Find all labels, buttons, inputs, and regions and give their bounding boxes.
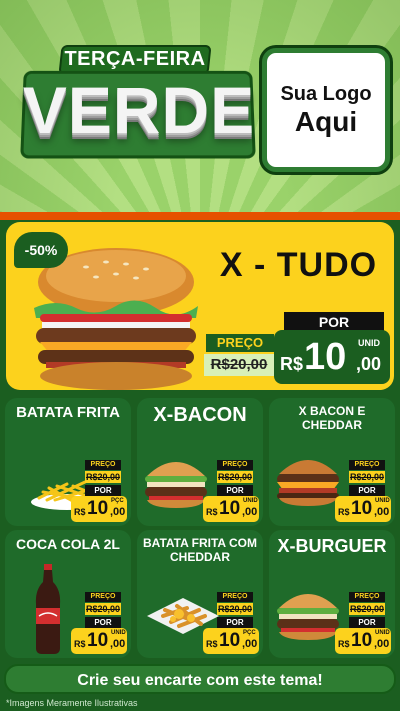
product-name: X-BACON bbox=[153, 404, 247, 426]
currency-symbol: R$ bbox=[280, 354, 304, 374]
price-unit: UNID bbox=[111, 630, 126, 636]
product-price: R$ 10,00 UNID bbox=[203, 496, 259, 522]
price-integer: 10 bbox=[87, 630, 109, 651]
old-price: R$20,00 bbox=[204, 354, 274, 376]
cheddar-burger-icon bbox=[273, 450, 343, 511]
product-name: X BACON E CHEDDAR bbox=[298, 404, 366, 432]
soda-bottle-icon bbox=[33, 564, 63, 658]
preco-label: PREÇO bbox=[217, 592, 253, 602]
currency-symbol: R$ bbox=[338, 507, 350, 517]
burger-icon bbox=[141, 452, 211, 513]
por-label: POR bbox=[284, 312, 384, 332]
price-integer: 10 bbox=[351, 630, 373, 651]
por-label: POR bbox=[85, 617, 121, 628]
price-unit: UNID bbox=[243, 498, 258, 504]
product-name: COCA COLA 2L bbox=[16, 536, 120, 552]
price-cents: ,00 bbox=[374, 638, 390, 650]
product-price: R$ 10,00 UNID bbox=[335, 628, 391, 654]
divider-band bbox=[0, 212, 400, 220]
currency-symbol: R$ bbox=[338, 639, 350, 649]
product-card: X BACON E CHEDDAR PREÇO R$20,00 POR R$ 10,00 U… bbox=[269, 398, 395, 526]
price-cents: ,00 bbox=[242, 638, 258, 650]
currency-symbol: R$ bbox=[74, 639, 86, 649]
logo-placeholder: Sua Logo Aqui bbox=[262, 48, 390, 172]
cta-banner[interactable]: Crie seu encarte com este tema! bbox=[4, 664, 396, 694]
price-integer: 10 bbox=[351, 498, 373, 519]
price-integer: 10 bbox=[87, 498, 109, 519]
product-card: BATATA FRITA COM CHEDDAR PREÇO R$20,00 POR R… bbox=[137, 530, 263, 658]
header-title: VERDE bbox=[22, 73, 256, 147]
price-integer: 10 bbox=[219, 498, 241, 519]
price-cents: ,00 bbox=[110, 506, 126, 518]
old-price: R$20,00 bbox=[85, 603, 121, 615]
header-subtitle: TERÇA-FEIRA bbox=[64, 48, 206, 70]
product-price: R$ 10,00 UNID bbox=[71, 628, 127, 654]
featured-product-card: -50% X - TUDO PREÇO R$20,00 POR R$ 10 ,0… bbox=[6, 222, 394, 390]
logo-line1: Sua Logo bbox=[280, 82, 372, 105]
price-cents: ,00 bbox=[110, 638, 126, 650]
discount-badge: -50% bbox=[14, 232, 68, 268]
old-price: R$20,00 bbox=[217, 603, 253, 615]
por-label: POR bbox=[349, 617, 385, 628]
old-price: R$20,00 bbox=[349, 471, 385, 483]
product-name: X-BURGUER bbox=[277, 536, 387, 556]
por-label: POR bbox=[217, 485, 253, 496]
price-unit: UNID bbox=[375, 498, 390, 504]
product-card: COCA COLA 2L PREÇO R$20,00 POR R$ 10,00 UNID bbox=[5, 530, 131, 658]
old-price: R$20,00 bbox=[217, 471, 253, 483]
preco-label: PREÇO bbox=[349, 460, 385, 470]
old-price: R$20,00 bbox=[85, 471, 121, 483]
preco-label: PREÇO bbox=[85, 460, 121, 470]
price-unit: PÇC bbox=[243, 630, 256, 636]
por-label: POR bbox=[349, 485, 385, 496]
price-cents: ,00 bbox=[374, 506, 390, 518]
product-price: R$ 10,00 PÇC bbox=[203, 628, 259, 654]
product-card: X-BURGUER PREÇO R$20,00 POR R$ 10,00 UNID bbox=[269, 530, 395, 658]
product-card: X-BACON PREÇO R$20,00 POR R$ 10,00 UNID bbox=[137, 398, 263, 526]
product-name: BATATA FRITA COM CHEDDAR bbox=[143, 536, 257, 564]
price-cents: ,00 bbox=[242, 506, 258, 518]
footnote: *Imagens Meramente Ilustrativas bbox=[6, 698, 138, 708]
preco-label: PREÇO bbox=[206, 334, 274, 352]
price-integer: 10 bbox=[304, 336, 347, 378]
por-label: POR bbox=[85, 485, 121, 496]
currency-symbol: R$ bbox=[206, 639, 218, 649]
logo-line2: Aqui bbox=[294, 105, 358, 137]
preco-label: PREÇO bbox=[217, 460, 253, 470]
product-price: R$ 10,00 UNID bbox=[335, 496, 391, 522]
price-unit: UNID bbox=[375, 630, 390, 636]
currency-symbol: R$ bbox=[206, 507, 218, 517]
currency-symbol: R$ bbox=[74, 507, 86, 517]
old-price: R$20,00 bbox=[349, 603, 385, 615]
price-cents: ,00 bbox=[356, 354, 382, 374]
preco-label: PREÇO bbox=[349, 592, 385, 602]
price-unit: UNID bbox=[358, 338, 380, 348]
product-name: BATATA FRITA bbox=[16, 404, 120, 421]
por-label: POR bbox=[217, 617, 253, 628]
featured-product-name: X - TUDO bbox=[219, 246, 378, 284]
product-price: R$ 10,00 PÇC bbox=[71, 496, 127, 522]
price-integer: 10 bbox=[219, 630, 241, 651]
featured-price: R$ 10 ,00 UNID bbox=[274, 330, 390, 384]
burger-icon bbox=[273, 584, 343, 645]
preco-label: PREÇO bbox=[85, 592, 121, 602]
product-card: BATATA FRITA PREÇO R$20,00 POR R$ 10,00 PÇC bbox=[5, 398, 131, 526]
price-unit: PÇC bbox=[111, 498, 124, 504]
